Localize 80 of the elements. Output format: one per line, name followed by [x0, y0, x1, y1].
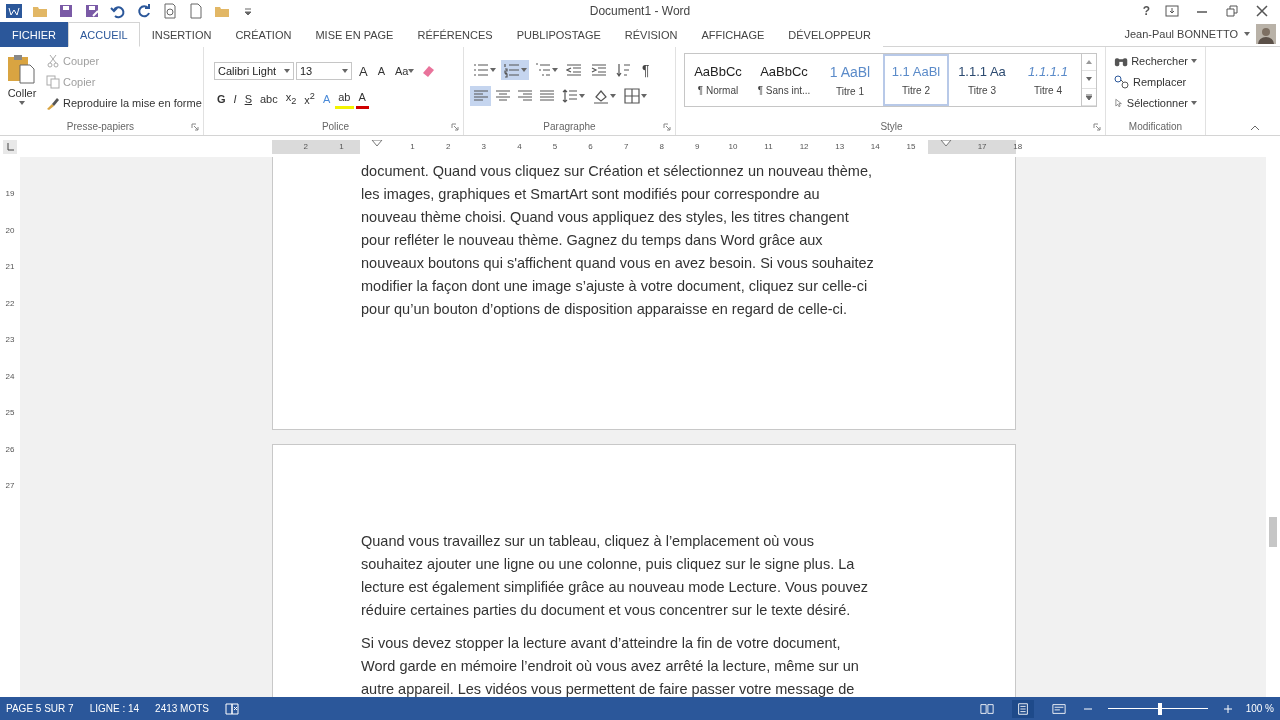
ruler-number: 4 [516, 140, 523, 153]
font-size-field[interactable]: 13 [296, 62, 352, 80]
ruler-number: 10 [727, 140, 739, 153]
style-item[interactable]: 1.1 AaBl Titre 2 [883, 54, 949, 106]
ruler-number: 1 [409, 140, 416, 153]
change-case-button[interactable]: Aa [392, 61, 418, 81]
ruler-number: 24 [5, 371, 15, 382]
ruler-number: 17 [976, 140, 988, 153]
ruler-number: 14 [869, 140, 881, 153]
ruler-number: 19 [5, 189, 15, 199]
ruler-number: 26 [5, 444, 15, 455]
grow-font-button[interactable]: A [356, 61, 371, 81]
group-label: Paragraphe [543, 121, 596, 134]
group-label: Presse-papiers [66, 121, 135, 134]
file-tab[interactable]: FICHIER [0, 22, 68, 47]
style-name: Titre 2 [902, 85, 930, 96]
help-button[interactable]: ? [1142, 4, 1150, 18]
font-size: 13 [300, 65, 313, 77]
style-name: Titre 4 [1034, 85, 1062, 96]
font-name-field[interactable]: Calibri Light [214, 62, 294, 80]
ruler-number: 5 [551, 140, 559, 153]
ruler-number: 1 [338, 140, 345, 153]
ruler-number: 25 [5, 408, 15, 418]
status-text[interactable]: 2413 MOTS [155, 703, 209, 714]
ruler-number: 2 [444, 140, 452, 153]
ruler-number: 11 [763, 140, 774, 153]
style-preview: 1.1.1 Aa [958, 64, 1006, 79]
style-name: Titre 1 [836, 85, 864, 97]
style-preview: 1.1 AaBl [891, 64, 941, 79]
ruler-number: 2 [302, 140, 309, 153]
italic-button[interactable]: I [230, 89, 240, 109]
paste-button[interactable]: Coller [4, 51, 40, 121]
ruler-number: 21 [5, 262, 15, 272]
ruler-number: 13 [834, 140, 846, 153]
ruler-number: 8 [658, 140, 665, 153]
ruler-number: 22 [5, 298, 15, 309]
select-button[interactable]: Sélectionner [1112, 93, 1199, 113]
status-text[interactable]: PAGE 5 SUR 7 [6, 703, 74, 714]
brush-button[interactable]: Reproduire la mise en forme [44, 93, 204, 113]
effect-button[interactable]: A [319, 89, 334, 109]
show-marks-button[interactable]: ¶ [638, 60, 654, 80]
ruler-number: 3 [480, 140, 487, 153]
group-label: Modification [1128, 121, 1183, 134]
ruler-number: 15 [905, 140, 917, 153]
ruler-number: 20 [5, 225, 15, 236]
paragraph: Quand vous travaillez sur un tableau, cliquez à l’emplacement où vous souhaitez ajouter une ligne ou une colonne, puis cliquez sur le signe plus. La lecture est également simplifiée grâce au nouveau mode Lecture. Vous pouvez réduire certaines parties du document et vous concentrer sur le texte désiré. [361, 532, 869, 620]
style-preview: AaBbCc [760, 64, 808, 79]
font-name: Calibri Light [218, 65, 277, 77]
ruler-number: 23 [5, 335, 15, 345]
plain-button[interactable]: x$^{2}$ [301, 89, 318, 109]
ruler-number: 7 [622, 140, 630, 153]
style-preview: AaBbCc [694, 64, 742, 79]
group-label: Police [321, 121, 350, 134]
ruler-number: 6 [587, 140, 594, 153]
zoom-level[interactable]: 100 % [1245, 703, 1274, 714]
ruler-number: 18 [1012, 140, 1024, 153]
ruler-number: 27 [5, 481, 15, 491]
plain-button[interactable]: x$_{2}$ [282, 89, 300, 109]
highlight-button[interactable]: ab [335, 89, 354, 109]
ribbon-tab[interactable]: ACCUEIL [68, 22, 140, 47]
style-name: ¶ Normal [697, 85, 739, 96]
ruler-number: 12 [798, 140, 810, 153]
bold-button[interactable]: G [214, 89, 229, 109]
style-preview: 1.1.1.1 [1028, 64, 1068, 79]
style-name: ¶ Sans int... [757, 85, 811, 96]
ruler-number: 9 [694, 140, 701, 153]
style-name: Titre 3 [968, 85, 996, 96]
replace-button[interactable]: Remplacer [1112, 72, 1199, 92]
style-preview: 1 AaBl [829, 63, 871, 80]
find-button[interactable]: Rechercher [1112, 51, 1199, 71]
status-text[interactable]: LIGNE : 14 [89, 703, 140, 714]
group-label: Style [880, 121, 903, 134]
strike-button[interactable]: abc [256, 89, 281, 109]
user-name[interactable]: Jean-Paul BONNETTO [1124, 28, 1238, 40]
color-button[interactable]: A [355, 89, 369, 109]
shrink-font-button[interactable]: A [374, 61, 388, 81]
window-title: Document1 - Word [589, 4, 691, 18]
underline-button[interactable]: S [241, 89, 255, 109]
paragraph: document. Quand vous cliquez sur Création et sélectionnez un nouveau thème, les images, graphiques et SmartArt sont modifiés pour correspondre au nouveau thème choisi. Quand vous appliquez des styles, les titres changent pour refléter le nouveau thème. Gagnez du temps dans Word grâce aux nouveaux boutons qui s'affichent quand vous en avez besoin. Si vous souhaitez modifier la façon dont une image s’ajuste à votre document, cliquez sur celle-ci pour qu’un bouton d’options de disposition apparaisse en regard de celle-ci. [361, 162, 875, 319]
paragraph: Si vous devez stopper la lecture avant d’atteindre la fin de votre document, Word garde en mémoire l’endroit où vous avez arrêté la lecture, même sur un autre appareil. Les vidéos vous permettent de faire passer votre message de [361, 634, 860, 697]
